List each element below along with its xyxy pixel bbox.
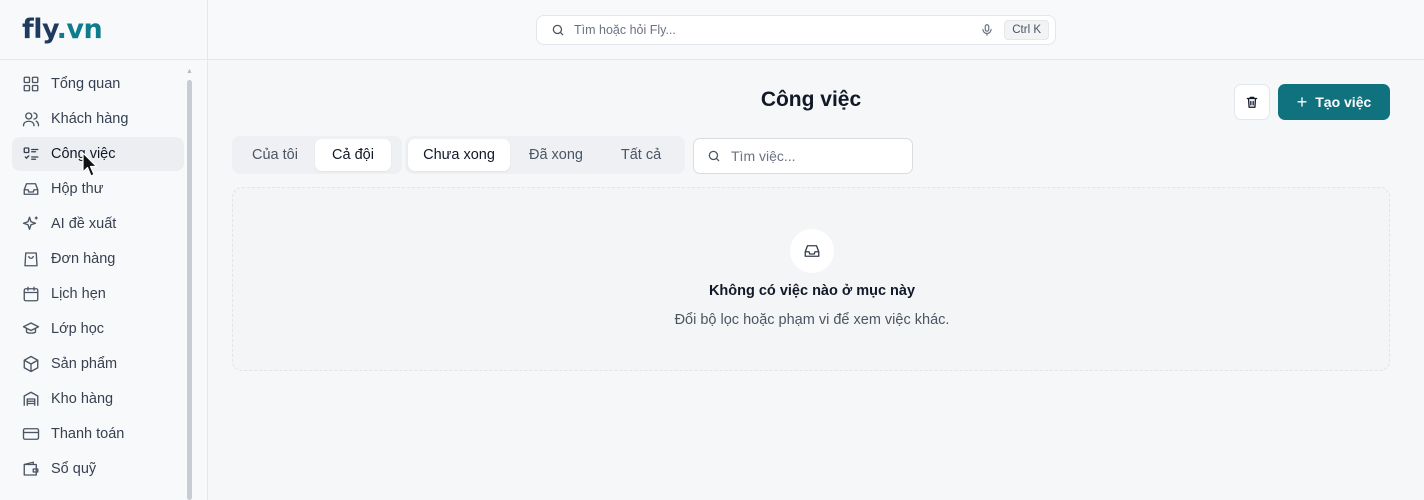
logo-text-vn: .vn — [56, 14, 103, 45]
plus-icon: + — [1296, 92, 1308, 112]
page-title: Công việc — [760, 88, 862, 111]
sidebar-item-ai-de-xuat[interactable]: AI đề xuất — [12, 207, 184, 241]
logo[interactable]: fly.vn — [22, 12, 103, 48]
sidebar-item-label: Hộp thư — [51, 181, 104, 197]
sidebar-item-label: Thanh toán — [51, 426, 125, 442]
topbar: Tìm hoặc hỏi Fly... Ctrl K — [208, 0, 1424, 60]
sidebar-item-kho-hang[interactable]: Kho hàng — [12, 382, 184, 416]
sidebar-item-cong-viec[interactable]: Công việc — [12, 137, 184, 171]
task-list-icon — [22, 145, 40, 163]
sidebar-item-don-hang[interactable]: Đơn hàng — [12, 242, 184, 276]
tab-da-xong[interactable]: Đã xong — [510, 139, 602, 171]
shortcut-hint: Ctrl K — [1004, 20, 1049, 40]
global-search-input[interactable]: Tìm hoặc hỏi Fly... Ctrl K — [536, 15, 1056, 45]
empty-state-subtitle: Đổi bộ lọc hoặc phạm vi để xem việc khác… — [674, 312, 950, 328]
sidebar: fly.vn Tổng quan Khách hàng Công việc Hộ… — [0, 0, 208, 500]
sidebar-item-label: Tổng quan — [51, 76, 121, 92]
search-icon — [707, 149, 721, 163]
scope-tabs: Của tôi Cả đội — [232, 136, 402, 174]
empty-state-title: Không có việc nào ở mục này — [708, 283, 916, 299]
mouse-cursor-icon — [82, 152, 98, 177]
task-search-input[interactable]: Tìm việc... — [693, 138, 913, 174]
task-search-placeholder: Tìm việc... — [731, 148, 796, 164]
sidebar-item-label: Khách hàng — [51, 111, 129, 127]
users-icon — [22, 110, 40, 128]
tab-ca-doi[interactable]: Cả đội — [315, 139, 391, 171]
grid-icon — [22, 75, 40, 93]
sidebar-item-khach-hang[interactable]: Khách hàng — [12, 102, 184, 136]
sidebar-scrollbar[interactable]: ▲ — [186, 68, 193, 500]
logo-text-fly: fly — [22, 14, 57, 45]
sidebar-item-label: Đơn hàng — [51, 251, 116, 267]
wallet-icon — [22, 460, 40, 478]
calendar-icon — [22, 285, 40, 303]
status-tabs: Chưa xong Đã xong Tất cả — [405, 136, 685, 174]
tab-tat-ca[interactable]: Tất cả — [602, 139, 680, 171]
sidebar-item-san-pham[interactable]: Sản phẩm — [12, 347, 184, 381]
sidebar-item-label: Lớp học — [51, 321, 105, 337]
sidebar-item-lich-hen[interactable]: Lịch hẹn — [12, 277, 184, 311]
sidebar-item-tong-quan[interactable]: Tổng quan — [12, 67, 184, 101]
scroll-up-arrow-icon[interactable]: ▲ — [186, 68, 193, 76]
create-task-button[interactable]: + Tạo việc — [1278, 84, 1390, 120]
search-icon — [551, 23, 565, 37]
package-icon — [22, 355, 40, 373]
credit-card-icon — [22, 425, 40, 443]
inbox-icon — [22, 180, 40, 198]
microphone-icon[interactable] — [980, 23, 994, 37]
graduation-cap-icon — [22, 320, 40, 338]
sidebar-item-label: Kho hàng — [51, 391, 114, 407]
tab-cua-toi[interactable]: Của tôi — [235, 139, 315, 171]
tab-chua-xong[interactable]: Chưa xong — [408, 139, 510, 171]
sidebar-item-label: Sổ quỹ — [51, 461, 97, 477]
sidebar-divider — [0, 59, 207, 60]
create-task-label: Tạo việc — [1315, 94, 1372, 110]
delete-button[interactable] — [1234, 84, 1270, 120]
sidebar-item-lop-hoc[interactable]: Lớp học — [12, 312, 184, 346]
sidebar-item-label: Lịch hẹn — [51, 286, 106, 302]
empty-state: Không có việc nào ở mục này Đổi bộ lọc h… — [232, 187, 1390, 371]
warehouse-icon — [22, 390, 40, 408]
sidebar-item-thanh-toan[interactable]: Thanh toán — [12, 417, 184, 451]
sidebar-item-label: AI đề xuất — [51, 216, 117, 232]
empty-inbox-icon — [790, 229, 834, 273]
shopping-bag-icon — [22, 250, 40, 268]
sidebar-item-hop-thu[interactable]: Hộp thư — [12, 172, 184, 206]
trash-icon — [1246, 96, 1258, 108]
sidebar-item-label: Sản phẩm — [51, 356, 118, 372]
scrollbar-thumb[interactable] — [187, 80, 192, 500]
sparkles-icon — [22, 215, 40, 233]
sidebar-nav: Tổng quan Khách hàng Công việc Hộp thư A… — [12, 67, 184, 487]
sidebar-item-so-quy[interactable]: Sổ quỹ — [12, 452, 184, 486]
global-search-placeholder: Tìm hoặc hỏi Fly... — [574, 23, 676, 37]
